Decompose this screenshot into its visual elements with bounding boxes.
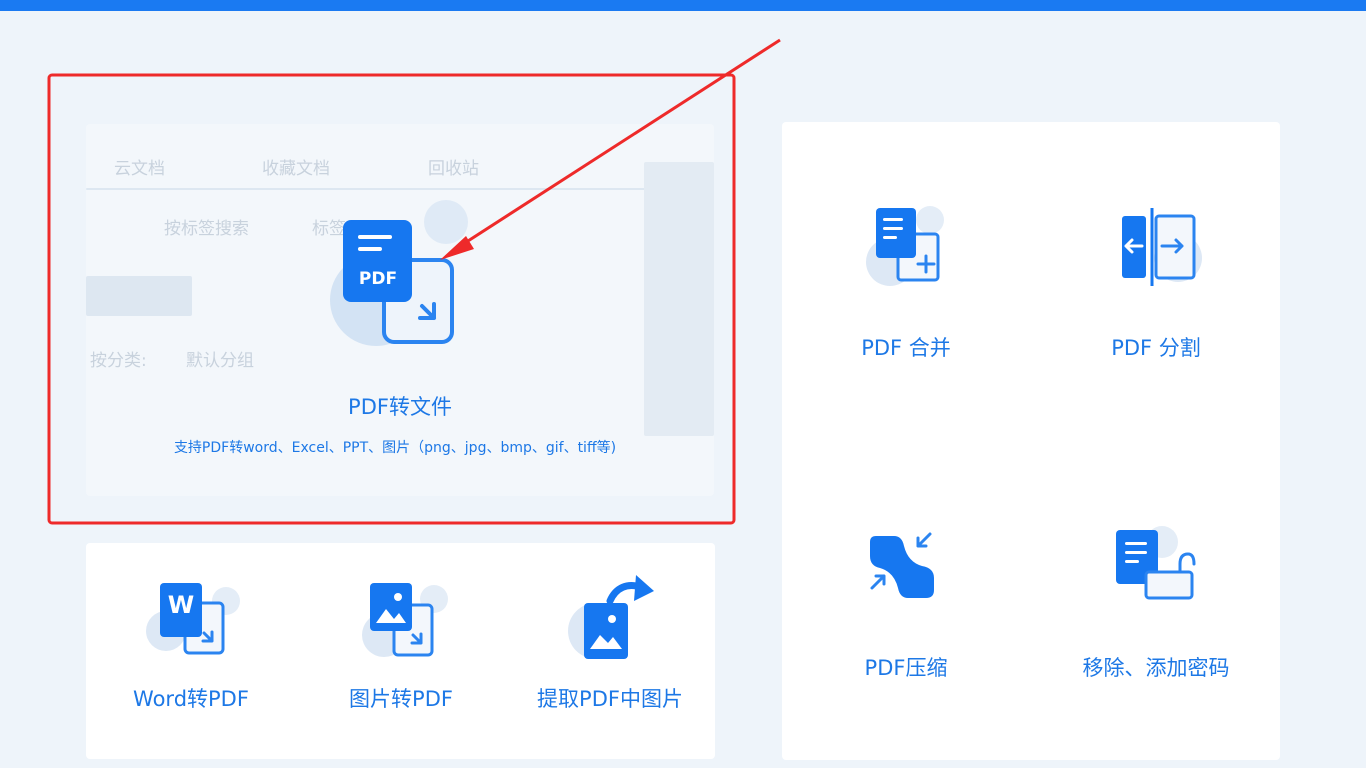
password-label[interactable]: 移除、添加密码 [1056,652,1256,682]
pdf-compress-tool[interactable] [864,528,948,612]
extract-images-tool[interactable] [564,573,664,663]
pdf-split-icon [1122,208,1202,286]
word-to-pdf-tool[interactable]: W [146,581,246,657]
image-to-pdf-icon [362,583,448,657]
password-lock-icon [1116,526,1196,600]
bottom-tools-card: W Word转PDF 图片转PDF 提取PDF中图片 [86,543,715,759]
password-tool[interactable] [1112,524,1202,604]
pdf-split-label[interactable]: PDF 分割 [1056,332,1256,362]
image-to-pdf-label[interactable]: 图片转PDF [301,683,501,713]
word-to-pdf-label[interactable]: Word转PDF [91,683,291,713]
right-tools-card: PDF 合并 PDF 分割 PDF压缩 移除、添加密码 [782,122,1280,760]
extract-images-icon [568,575,654,659]
pdf-compress-icon [870,532,934,598]
extract-images-label[interactable]: 提取PDF中图片 [510,683,710,713]
pdf-merge-tool[interactable] [864,206,948,286]
word-icon-text: W [167,591,195,619]
pdf-merge-label[interactable]: PDF 合并 [806,332,1006,362]
pdf-merge-icon [866,206,944,286]
pdf-compress-label[interactable]: PDF压缩 [806,652,1006,682]
pdf-split-tool[interactable] [1112,204,1202,290]
image-to-pdf-tool[interactable] [354,579,454,657]
